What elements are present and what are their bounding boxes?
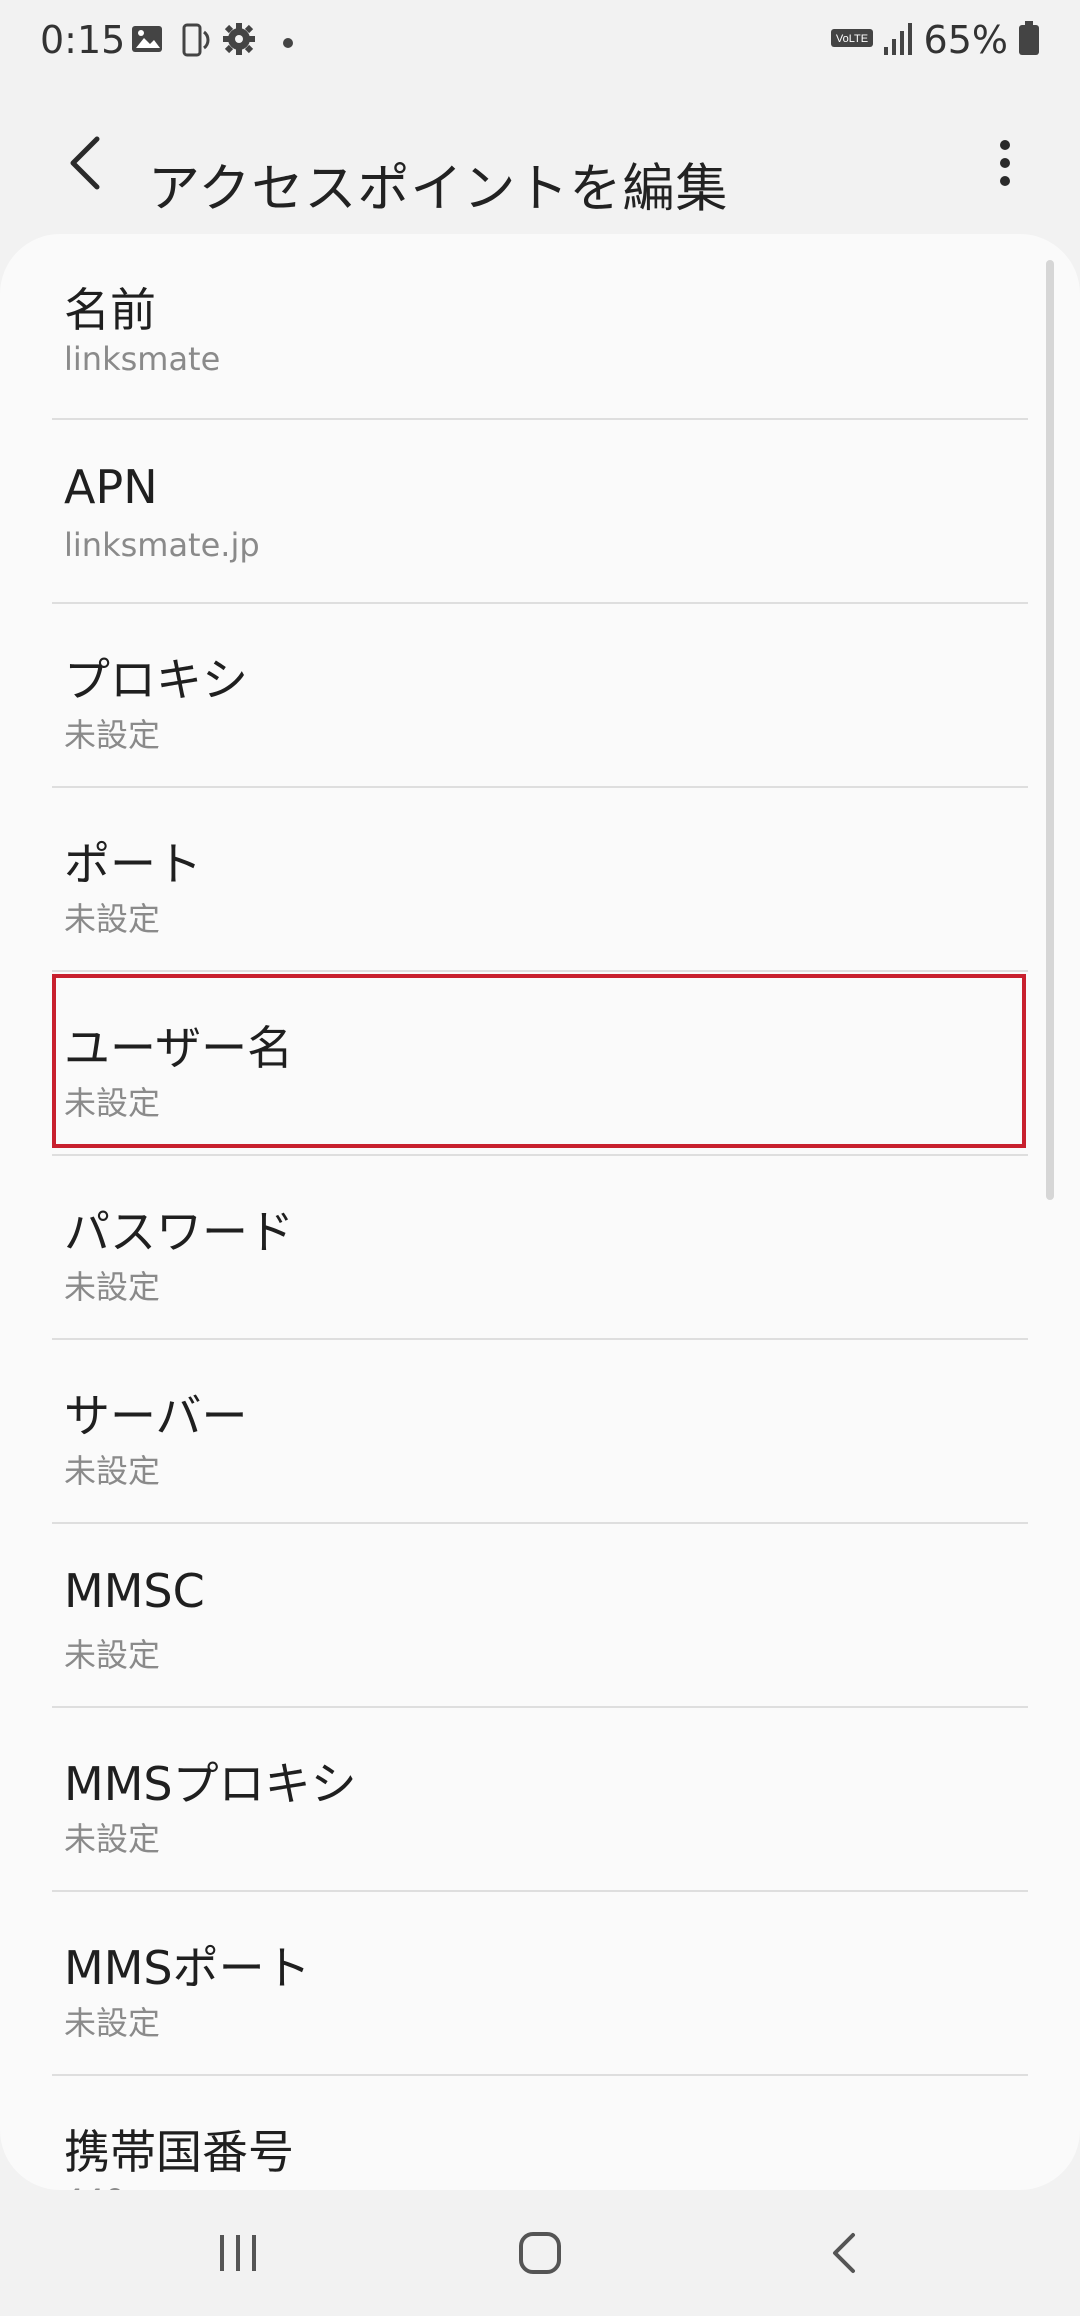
setting-row-server[interactable]: サーバー 未設定: [52, 1340, 1028, 1522]
setting-label: 名前: [64, 283, 156, 337]
setting-value: 未設定: [64, 1636, 161, 1674]
setting-label: プロキシ: [64, 653, 248, 707]
screen-rotate-icon: [176, 22, 212, 62]
battery-percent: 65%: [923, 18, 1008, 62]
setting-value: 未設定: [64, 1268, 161, 1306]
signal-icon: [883, 21, 914, 59]
settings-list: 名前 linksmate APN linksmate.jp プロキシ 未設定 ポ…: [0, 234, 1080, 2190]
status-right-group: VoLTE 65%: [830, 18, 1040, 62]
setting-row-port[interactable]: ポート 未設定: [52, 788, 1028, 970]
setting-row-mms-proxy[interactable]: MMSプロキシ 未設定: [52, 1708, 1028, 1890]
back-button[interactable]: [50, 110, 120, 220]
setting-label: 携帯国番号: [64, 2125, 294, 2179]
setting-row-apn[interactable]: APN linksmate.jp: [52, 420, 1028, 602]
scrollbar[interactable]: [1046, 260, 1054, 1200]
setting-value: 未設定: [64, 1820, 161, 1858]
page-title: アクセスポイントを編集: [148, 159, 729, 220]
gear-icon: [222, 22, 256, 60]
setting-label: MMSポート: [64, 1941, 311, 1995]
back-icon: [829, 2231, 859, 2279]
more-options-button[interactable]: [970, 110, 1040, 220]
setting-label: MMSプロキシ: [64, 1757, 357, 1811]
setting-value: 未設定: [64, 900, 161, 938]
setting-row-proxy[interactable]: プロキシ 未設定: [52, 604, 1028, 786]
setting-label: APN: [64, 460, 158, 514]
setting-value: linksmate: [64, 340, 221, 378]
navigation-bar: [0, 2190, 1080, 2316]
svg-text:VoLTE: VoLTE: [835, 33, 867, 45]
setting-value: 未設定: [64, 716, 161, 754]
status-bar: 0:15 VoLTE 65%: [0, 0, 1080, 84]
setting-label: パスワード: [64, 1205, 294, 1259]
setting-row-mms-port[interactable]: MMSポート 未設定: [52, 1892, 1028, 2074]
setting-label: サーバー: [64, 1389, 248, 1443]
setting-row-mcc[interactable]: 携帯国番号 440: [52, 2076, 1028, 2190]
setting-row-name[interactable]: 名前 linksmate: [52, 234, 1028, 416]
recent-apps-button[interactable]: [178, 2210, 298, 2300]
recent-apps-icon: [216, 2233, 260, 2277]
nav-back-button[interactable]: [784, 2210, 904, 2300]
setting-row-mmsc[interactable]: MMSC 未設定: [52, 1524, 1028, 1706]
battery-icon: [1018, 21, 1040, 59]
home-button[interactable]: [480, 2210, 600, 2300]
home-icon: [518, 2231, 562, 2279]
image-icon: [130, 22, 164, 60]
setting-row-password[interactable]: パスワード 未設定: [52, 1156, 1028, 1338]
setting-value: 未設定: [64, 1452, 161, 1490]
setting-value: 未設定: [64, 2004, 161, 2042]
more-vertical-icon: [998, 138, 1012, 192]
setting-label: MMSC: [64, 1564, 205, 1618]
dot-icon: [282, 34, 294, 53]
setting-value: 440: [64, 2182, 125, 2190]
highlight-box: [52, 974, 1026, 1148]
volte-icon: VoLTE: [830, 27, 874, 53]
setting-value: linksmate.jp: [64, 526, 260, 564]
setting-label: ポート: [64, 837, 202, 891]
status-time: 0:15: [40, 18, 126, 62]
back-chevron-icon: [65, 133, 105, 197]
